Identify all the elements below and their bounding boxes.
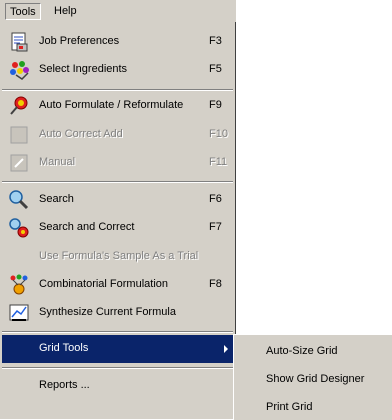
synthesize-formula-icon	[8, 302, 30, 324]
auto-correct-add-icon	[8, 124, 30, 146]
job-preferences-shortcut: F3	[209, 35, 222, 47]
menu-separator	[2, 89, 233, 91]
combinatorial-formulation-shortcut: F8	[209, 278, 222, 290]
search-and-correct-label: Search and Correct	[39, 221, 135, 233]
search-label: Search	[39, 193, 74, 205]
menu-bar: Tools Help	[0, 0, 236, 24]
search-and-correct-shortcut: F7	[209, 221, 222, 233]
job-preferences-label: Job Preferences	[39, 35, 120, 47]
menu-item-select-ingredients[interactable]: Select Ingredients F5	[2, 56, 233, 84]
synthesize-current-formula-label: Synthesize Current Formula	[39, 306, 176, 318]
grid-tools-label: Grid Tools	[39, 342, 89, 354]
grid-tools-submenu: Auto-Size Grid Show Grid Designer Print …	[233, 334, 392, 420]
select-ingredients-shortcut: F5	[209, 63, 222, 75]
auto-formulate-shortcut: F9	[209, 99, 222, 111]
menu-item-job-preferences[interactable]: Job Preferences F3	[2, 28, 233, 56]
menu-item-search[interactable]: Search F6	[2, 186, 233, 214]
search-shortcut: F6	[209, 193, 222, 205]
search-and-correct-icon	[8, 217, 30, 239]
submenu-item-auto-size-grid[interactable]: Auto-Size Grid	[266, 345, 338, 357]
menu-item-use-formula-sample[interactable]: Use Formula's Sample As a Trial	[2, 243, 233, 271]
select-ingredients-icon	[8, 59, 30, 81]
use-formula-sample-label: Use Formula's Sample As a Trial	[39, 250, 199, 262]
tools-dropdown-menu: Job Preferences F3 Select Ingredients F5	[0, 22, 236, 419]
menu-help[interactable]: Help	[50, 3, 81, 20]
combinatorial-formulation-icon	[8, 274, 30, 296]
menu-item-reports[interactable]: Reports ...	[2, 372, 233, 400]
manual-icon	[8, 152, 30, 174]
menu-item-auto-formulate[interactable]: Auto Formulate / Reformulate F9	[2, 92, 233, 120]
menu-item-search-and-correct[interactable]: Search and Correct F7	[2, 214, 233, 242]
menu-separator	[2, 367, 233, 369]
submenu-item-print-grid[interactable]: Print Grid	[266, 401, 312, 413]
search-icon	[8, 189, 30, 211]
manual-shortcut: F11	[209, 156, 228, 168]
menu-item-grid-tools[interactable]: Grid Tools	[2, 335, 233, 363]
auto-correct-add-shortcut: F10	[209, 128, 228, 140]
manual-label: Manual	[39, 156, 76, 168]
auto-correct-add-label: Auto Correct Add	[39, 128, 123, 140]
auto-formulate-icon	[8, 95, 30, 117]
select-ingredients-label: Select Ingredients	[39, 63, 128, 75]
menu-item-combinatorial-formulation[interactable]: Combinatorial Formulation F8	[2, 271, 233, 299]
auto-formulate-label: Auto Formulate / Reformulate	[39, 99, 184, 111]
reports-label: Reports ...	[39, 379, 90, 391]
menu-item-synthesize-current-formula[interactable]: Synthesize Current Formula	[2, 299, 233, 327]
combinatorial-formulation-label: Combinatorial Formulation	[39, 278, 168, 290]
submenu-arrow-icon	[224, 345, 228, 353]
job-preferences-icon	[8, 31, 30, 53]
menu-separator	[2, 331, 233, 333]
menu-separator	[2, 181, 233, 183]
menu-item-manual[interactable]: Manual F11	[2, 149, 233, 177]
submenu-item-show-grid-designer[interactable]: Show Grid Designer	[266, 373, 364, 385]
menu-item-auto-correct-add[interactable]: Auto Correct Add F10	[2, 121, 233, 149]
menu-tools[interactable]: Tools	[5, 3, 41, 20]
